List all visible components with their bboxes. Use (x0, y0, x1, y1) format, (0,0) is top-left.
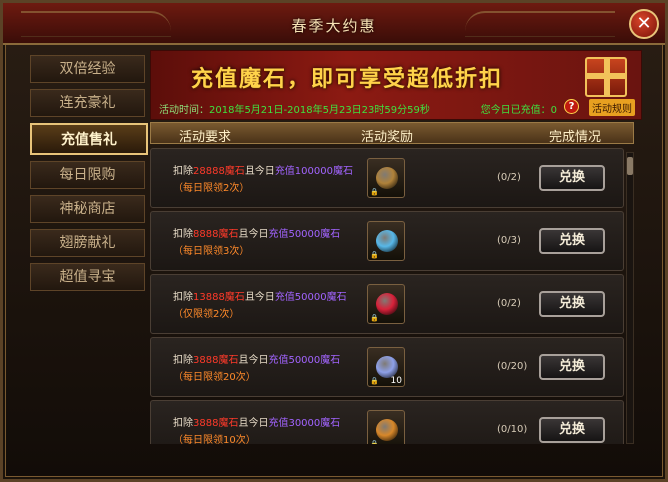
exchange-button[interactable]: 兑换 (539, 165, 605, 191)
deduct-amount: 8888魔石 (193, 229, 239, 240)
promo-banner: 充值魔石，即可享受超低折扣 活动时间：2018年5月21日-2018年5月23日… (150, 50, 642, 120)
scroll-thumb[interactable] (627, 157, 633, 175)
coin-icon (376, 419, 398, 441)
requirement-text: 扣除13888魔石且今日充值50000魔石 （仅限领2次） (173, 289, 347, 323)
banner-title: 充值魔石，即可享受超低折扣 (191, 66, 504, 92)
exchange-button[interactable]: 兑换 (539, 291, 605, 317)
requirement-text: 扣除3888魔石且今日充值50000魔石 （每日限领20次） (173, 352, 340, 386)
reward-list: 扣除28888魔石且今日充值100000魔石 （每日限领2次） 🔒 (0/2) 兑换 扣除… (150, 148, 624, 444)
table-row: 扣除28888魔石且今日充值100000魔石 （每日限领2次） 🔒 (0/2) 兑换 (150, 148, 624, 208)
sidebar-item[interactable]: 充值售礼 (30, 123, 148, 155)
activity-time-label: 活动时间： (159, 105, 209, 116)
deduct-amount: 3888魔石 (193, 355, 239, 366)
requirement-connector: 且今日 (238, 229, 269, 240)
progress-text: (0/10) (497, 424, 528, 435)
header-reward: 活动奖励 (361, 130, 414, 145)
deduct-prefix: 扣除 (173, 292, 193, 303)
sidebar-item[interactable]: 连充豪礼 (30, 89, 145, 117)
table-header: 活动要求 活动奖励 完成情况 (150, 122, 634, 145)
recharge-amount: 充值50000魔石 (268, 229, 341, 240)
lock-icon: 🔒 (370, 377, 379, 385)
compass-icon (376, 167, 398, 189)
exchange-button[interactable]: 兑换 (539, 228, 605, 254)
red-orb-icon (376, 293, 398, 315)
window-title: 春季大约惠 (291, 17, 377, 35)
table-row: 扣除13888魔石且今日充值50000魔石 （仅限领2次） 🔒 (0/2) 兑换 (150, 274, 624, 334)
table-row: 扣除3888魔石且今日充值50000魔石 （每日限领20次） 🔒 10 (0/20) 兑换 (150, 337, 624, 397)
scrollbar[interactable] (626, 152, 634, 444)
activity-time-value: 2018年5月21日-2018年5月23日23时59分59秒 (209, 105, 430, 116)
claim-limit: （每日限领3次） (173, 246, 250, 257)
recharge-amount: 充值100000魔石 (274, 166, 353, 177)
recharge-amount: 充值50000魔石 (268, 355, 341, 366)
crystal-icon (376, 230, 398, 252)
reward-slot[interactable]: 🔒 (367, 221, 405, 261)
recharged-today: 您今日已充值：0 (480, 105, 557, 116)
requirement-text: 扣除3888魔石且今日充值30000魔石 （每日限领10次） (173, 415, 340, 444)
deduct-prefix: 扣除 (173, 229, 193, 240)
claim-limit: （仅限领2次） (173, 309, 240, 320)
exchange-button[interactable]: 兑换 (539, 417, 605, 443)
sidebar-item[interactable]: 超值寻宝 (30, 263, 145, 291)
requirement-text: 扣除8888魔石且今日充值50000魔石 （每日限领3次） (173, 226, 340, 260)
close-icon: ✕ (636, 13, 652, 34)
recharge-amount: 充值30000魔石 (268, 418, 341, 429)
lock-icon: 🔒 (370, 188, 379, 196)
lock-icon: 🔒 (370, 314, 379, 322)
header-requirement: 活动要求 (179, 130, 232, 145)
close-button[interactable]: ✕ (629, 9, 659, 39)
claim-limit: （每日限领2次） (173, 183, 250, 194)
table-row: 扣除8888魔石且今日充值50000魔石 （每日限领3次） 🔒 (0/3) 兑换 (150, 211, 624, 271)
progress-text: (0/2) (497, 298, 521, 309)
requirement-connector: 且今日 (244, 292, 275, 303)
question-icon[interactable]: ? (564, 99, 579, 114)
lock-icon: 🔒 (370, 251, 379, 259)
requirement-text: 扣除28888魔石且今日充值100000魔石 （每日限领2次） (173, 163, 353, 197)
reward-slot[interactable]: 🔒 10 (367, 347, 405, 387)
lock-icon: 🔒 (370, 440, 379, 444)
gift-box-icon (585, 57, 627, 97)
item-quantity: 10 (390, 376, 402, 386)
activity-time: 活动时间：2018年5月21日-2018年5月23日23时59分59秒 (159, 101, 430, 116)
reward-slot[interactable]: 🔒 (367, 284, 405, 324)
deduct-prefix: 扣除 (173, 355, 193, 366)
reward-slot[interactable]: 🔒 (367, 410, 405, 444)
progress-text: (0/2) (497, 172, 521, 183)
progress-text: (0/3) (497, 235, 521, 246)
sidebar: 双倍经验连充豪礼充值售礼每日限购神秘商店翅膀献礼超值寻宝 (30, 55, 148, 297)
recharge-amount: 充值50000魔石 (274, 292, 347, 303)
reward-slot[interactable]: 🔒 (367, 158, 405, 198)
deduct-prefix: 扣除 (173, 418, 193, 429)
header-status: 完成情况 (549, 130, 602, 145)
deduct-amount: 28888魔石 (193, 166, 245, 177)
requirement-connector: 且今日 (244, 166, 275, 177)
requirement-connector: 且今日 (238, 355, 269, 366)
claim-limit: （每日限领10次） (173, 435, 256, 444)
gift-box-icon (376, 356, 398, 378)
sidebar-item[interactable]: 每日限购 (30, 161, 145, 189)
table-row: 扣除3888魔石且今日充值30000魔石 （每日限领10次） 🔒 (0/10) 兑换 (150, 400, 624, 444)
exchange-button[interactable]: 兑换 (539, 354, 605, 380)
progress-text: (0/20) (497, 361, 528, 372)
deduct-amount: 3888魔石 (193, 418, 239, 429)
sidebar-item[interactable]: 翅膀献礼 (30, 229, 145, 257)
rules-link[interactable]: 活动规则 (589, 99, 635, 116)
claim-limit: （每日限领20次） (173, 372, 256, 383)
title-bar: 春季大约惠 ✕ (3, 3, 665, 45)
banner-info: 活动时间：2018年5月21日-2018年5月23日23时59分59秒 您今日已… (159, 99, 635, 116)
deduct-amount: 13888魔石 (193, 292, 245, 303)
sidebar-item[interactable]: 双倍经验 (30, 55, 145, 83)
sidebar-item[interactable]: 神秘商店 (30, 195, 145, 223)
deduct-prefix: 扣除 (173, 166, 193, 177)
requirement-connector: 且今日 (238, 418, 269, 429)
